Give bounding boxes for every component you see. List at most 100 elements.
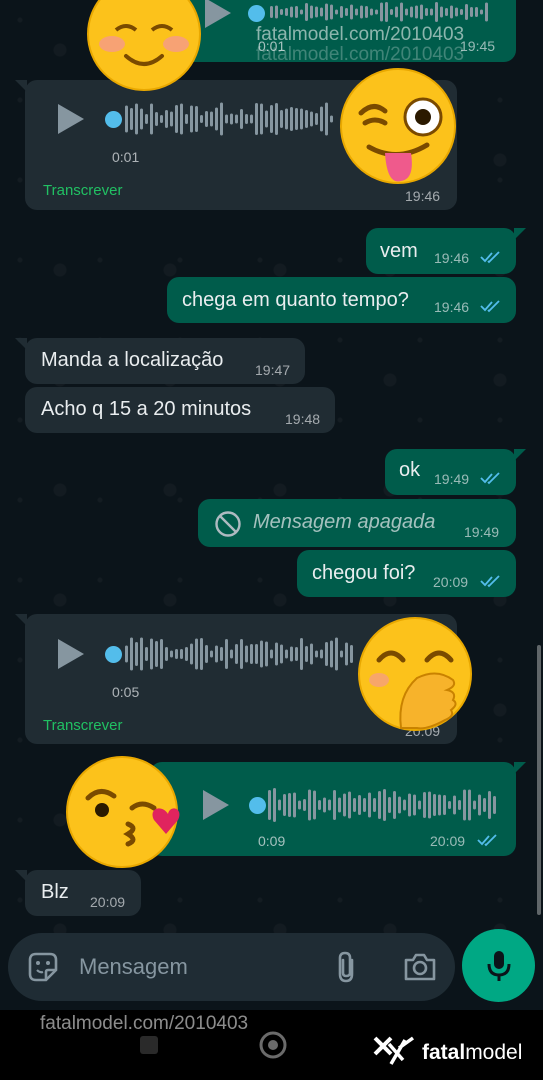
transcribe-link[interactable]: Transcrever	[43, 182, 122, 199]
waveform-bar	[333, 790, 336, 820]
waveform-bar	[165, 647, 168, 661]
waveform-bar	[278, 799, 281, 811]
waveform-bar	[375, 9, 378, 15]
waveform-bar	[310, 111, 313, 127]
text-message-outgoing[interactable]: vem 19:46	[366, 228, 526, 274]
nav-home-icon[interactable]	[138, 1034, 160, 1056]
waveform-bar	[460, 9, 463, 15]
waveform-bar	[165, 110, 168, 128]
waveform-bar	[250, 644, 253, 664]
attach-icon[interactable]	[334, 950, 360, 984]
waveform-bar	[200, 115, 203, 123]
text-message-incoming[interactable]: Manda a localização 19:47	[15, 338, 305, 384]
text-message-incoming[interactable]: Acho q 15 a 20 minutos 19:48	[25, 387, 335, 433]
waveform-bar	[320, 7, 323, 17]
waveform-bar	[485, 2, 488, 22]
playback-dot[interactable]	[248, 5, 265, 22]
waveform-bar	[220, 102, 223, 136]
bubble-tail	[15, 80, 27, 92]
scrollbar[interactable]	[537, 645, 541, 915]
waveform-bar	[378, 791, 381, 819]
waveform-bar	[290, 107, 293, 131]
brand-logo-icon	[373, 1036, 415, 1065]
sticker-icon[interactable]	[26, 950, 60, 984]
waveform-bar	[358, 795, 361, 815]
waveform-bar	[215, 107, 218, 131]
waveform-bar	[400, 2, 403, 22]
mic-button[interactable]	[462, 929, 535, 1002]
waveform-bar	[255, 644, 258, 664]
waveform	[125, 637, 353, 671]
waveform-bar	[275, 642, 278, 666]
waveform-bar	[288, 793, 291, 817]
waveform-bar	[240, 639, 243, 669]
waveform-bar	[180, 103, 183, 135]
message-text: Blz	[41, 881, 69, 903]
waveform-bar	[210, 650, 213, 658]
play-icon[interactable]	[203, 790, 229, 820]
message-composer[interactable]: Mensagem	[8, 933, 455, 1001]
waveform-bar	[465, 4, 468, 20]
waveform	[268, 788, 496, 822]
bubble-tail	[15, 338, 27, 350]
playback-dot[interactable]	[249, 797, 266, 814]
waveform-bar	[360, 5, 363, 19]
waveform-bar	[160, 115, 163, 123]
waveform-bar	[250, 114, 253, 124]
voice-message-outgoing[interactable]: 0:09 20:09	[150, 762, 526, 856]
waveform-bar	[308, 789, 311, 821]
waveform-bar	[445, 8, 448, 16]
waveform-bar	[325, 102, 328, 136]
playback-dot[interactable]	[105, 111, 122, 128]
waveform-bar	[155, 112, 158, 126]
waveform-bar	[430, 8, 433, 16]
waveform-bar	[210, 111, 213, 127]
waveform-bar	[305, 646, 308, 662]
waveform-bar	[393, 791, 396, 819]
waveform-bar	[268, 790, 271, 820]
play-icon[interactable]	[58, 104, 84, 134]
text-message-outgoing[interactable]: ok 19:49	[385, 449, 526, 495]
play-icon[interactable]	[205, 0, 231, 28]
waveform-bar	[135, 642, 138, 666]
waveform-bar	[230, 649, 233, 659]
waveform-bar	[398, 796, 401, 814]
message-time: 19:49	[464, 524, 500, 540]
deleted-icon	[215, 511, 241, 537]
waveform-bar	[190, 105, 193, 133]
nav-recents-icon[interactable]	[258, 1030, 288, 1060]
waveform-bar	[245, 114, 248, 124]
waveform-bar	[300, 9, 303, 15]
transcribe-link[interactable]: Transcrever	[43, 717, 122, 734]
message-time: 19:46	[405, 188, 441, 204]
system-nav-bar: fatalmodel.com/2010403 fatalmodel	[0, 1010, 543, 1080]
message-text: Acho q 15 a 20 minutos	[41, 398, 252, 420]
message-time: 19:46	[434, 299, 470, 315]
waveform-bar	[185, 647, 188, 661]
waveform-bar	[195, 106, 198, 132]
text-message-incoming[interactable]: Blz 20:09	[15, 870, 141, 916]
waveform-bar	[350, 645, 353, 663]
waveform-bar	[140, 637, 143, 671]
waveform-bar	[425, 8, 428, 16]
waveform-bar	[280, 110, 283, 128]
play-icon[interactable]	[58, 639, 84, 669]
waveform-bar	[450, 5, 453, 19]
text-message-outgoing[interactable]: chegou foi? 20:09	[297, 550, 516, 597]
voice-duration: 0:09	[258, 833, 286, 849]
chat-area[interactable]: 0:01 19:45 fatalmodel.com/2010403 fatalm…	[0, 0, 543, 1010]
waveform-bar	[345, 8, 348, 16]
waveform-bar	[463, 789, 466, 821]
waveform-bar	[330, 4, 333, 20]
waveform-bar	[195, 638, 198, 670]
waveform-bar	[480, 9, 483, 15]
message-input[interactable]: Mensagem	[79, 954, 188, 980]
deleted-message-outgoing[interactable]: Mensagem apagada 19:49	[198, 499, 516, 547]
waveform-bar	[350, 4, 353, 20]
waveform-bar	[130, 108, 133, 130]
waveform-bar	[433, 794, 436, 816]
playback-dot[interactable]	[105, 646, 122, 663]
text-message-outgoing[interactable]: chega em quanto tempo? 19:46	[167, 277, 516, 323]
camera-icon[interactable]	[403, 952, 437, 982]
waveform-bar	[200, 638, 203, 670]
